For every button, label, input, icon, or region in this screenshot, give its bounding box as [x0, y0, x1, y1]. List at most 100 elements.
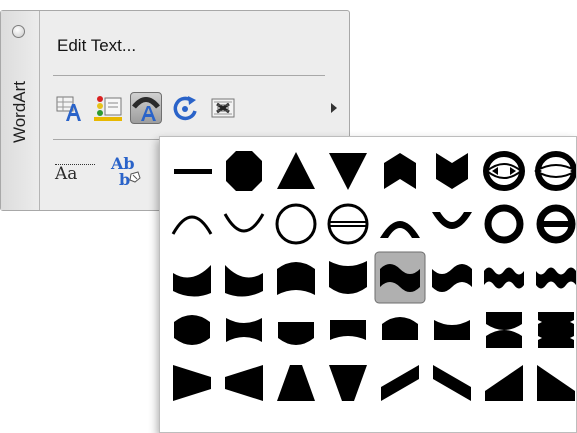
triangle-down-icon	[329, 153, 367, 190]
deflate-icon	[226, 318, 262, 342]
dotted-line	[55, 164, 95, 165]
circle-curve-icon	[275, 203, 317, 245]
double-wave-2-icon	[536, 267, 576, 289]
arch-up-curve-icon	[171, 215, 213, 235]
shape-arch-down-pour[interactable]	[426, 198, 478, 251]
stop-icon	[226, 151, 262, 191]
shape-inflate-bottom[interactable]	[270, 304, 322, 357]
shape-deflate-inflate[interactable]	[478, 304, 530, 357]
shape-triangle-down[interactable]	[322, 145, 374, 198]
shape-deflate[interactable]	[218, 304, 270, 357]
ring-outside-icon	[534, 151, 576, 191]
shape-arch-up-pour[interactable]	[374, 198, 426, 251]
cascade-up-icon	[485, 365, 523, 401]
chevron-down-icon	[436, 153, 468, 189]
shape-stop[interactable]	[218, 145, 270, 198]
close-icon[interactable]	[12, 25, 25, 38]
shape-button-pour[interactable]	[530, 198, 576, 251]
arch-up-pour-icon	[380, 221, 420, 238]
shape-can-down[interactable]	[322, 251, 374, 304]
double-wave-1-icon	[484, 267, 524, 289]
rotate-icon	[173, 96, 197, 121]
format-wordart-icon	[94, 96, 122, 121]
arch-down-curve-icon	[223, 213, 265, 233]
curve-down-icon	[225, 265, 263, 297]
inflate-bottom-icon	[278, 322, 314, 345]
shape-inflate-top[interactable]	[374, 304, 426, 357]
wordart-gallery-icon	[56, 96, 81, 121]
button-pour-icon	[536, 204, 576, 244]
shape-fade-right[interactable]	[166, 357, 218, 410]
same-letter-heights-label: Aa	[55, 164, 78, 184]
shape-can-up[interactable]	[270, 251, 322, 304]
shape-fade-up[interactable]	[270, 357, 322, 410]
slant-down-icon	[433, 365, 471, 401]
shape-cascade-down[interactable]	[530, 357, 576, 410]
shape-slant-down[interactable]	[426, 357, 478, 410]
shape-curve-up[interactable]	[166, 251, 218, 304]
can-down-icon	[329, 261, 367, 294]
cascade-down-icon	[537, 365, 575, 401]
shape-chevron-up[interactable]	[374, 145, 426, 198]
divider	[53, 75, 325, 76]
shape-wave-2[interactable]	[426, 251, 478, 304]
circle-pour-icon	[484, 204, 524, 244]
fade-up-icon	[277, 365, 315, 401]
wave-1-icon	[374, 251, 426, 304]
shape-ring-outside[interactable]	[530, 145, 576, 198]
can-up-icon	[277, 262, 315, 295]
fade-down-icon	[329, 365, 367, 401]
wave-2-icon	[432, 264, 472, 292]
triangle-up-icon	[277, 152, 315, 189]
shape-button-curve[interactable]	[322, 198, 374, 251]
fade-left-icon	[225, 365, 263, 401]
same-letter-heights-button[interactable]: Aa	[55, 164, 95, 186]
shape-deflate-inflate-deflate[interactable]	[530, 304, 576, 357]
wordart-shape-icon	[132, 97, 160, 121]
shape-double-wave-1[interactable]	[478, 251, 530, 304]
wordart-gallery-button[interactable]	[54, 92, 86, 124]
text-wrapping-button[interactable]	[208, 92, 240, 124]
vertical-text-label-bottom: b	[119, 170, 130, 189]
triangle-right-icon[interactable]	[331, 103, 337, 113]
vertical-text-icon: Ab b	[110, 154, 141, 189]
shape-deflate-top[interactable]	[426, 304, 478, 357]
shape-chevron-down[interactable]	[426, 145, 478, 198]
inflate-top-icon	[382, 317, 418, 340]
deflate-inflate-deflate-icon	[538, 312, 574, 348]
fade-right-icon	[173, 365, 211, 401]
shape-fade-left[interactable]	[218, 357, 270, 410]
shape-plain-text[interactable]	[166, 145, 218, 198]
toolbar-title-strip: WordArt	[1, 11, 40, 210]
edit-text-button[interactable]: Edit Text...	[57, 36, 136, 56]
shape-wave-1[interactable]	[374, 251, 426, 304]
deflate-bottom-icon	[330, 320, 366, 340]
deflate-top-icon	[434, 320, 470, 340]
shape-double-wave-2[interactable]	[530, 251, 576, 304]
shape-curve-down[interactable]	[218, 251, 270, 304]
shape-fade-down[interactable]	[322, 357, 374, 410]
slant-up-icon	[381, 365, 419, 401]
wordart-shape-gallery	[159, 136, 577, 433]
shape-triangle-up[interactable]	[270, 145, 322, 198]
deflate-inflate-icon	[486, 312, 522, 348]
arch-down-pour-icon	[432, 212, 472, 229]
format-wordart-button[interactable]	[92, 92, 124, 124]
shape-slant-up[interactable]	[374, 357, 426, 410]
chevron-up-icon	[384, 153, 416, 189]
shape-deflate-bottom[interactable]	[322, 304, 374, 357]
shape-circle-pour[interactable]	[478, 198, 530, 251]
shape-circle-curve[interactable]	[270, 198, 322, 251]
text-wrapping-icon	[211, 98, 235, 118]
shape-arch-down-curve[interactable]	[218, 198, 270, 251]
wordart-shape-button[interactable]	[130, 92, 162, 124]
shape-cascade-up[interactable]	[478, 357, 530, 410]
vertical-text-button[interactable]: Ab b	[107, 152, 147, 192]
shape-inflate[interactable]	[166, 304, 218, 357]
shape-arch-up-curve[interactable]	[166, 198, 218, 251]
ring-inside-icon	[483, 151, 525, 191]
shape-ring-inside[interactable]	[478, 145, 530, 198]
plain-text-icon	[174, 169, 212, 174]
rotate-button[interactable]	[170, 92, 202, 124]
toolbar-title: WordArt	[10, 80, 29, 144]
